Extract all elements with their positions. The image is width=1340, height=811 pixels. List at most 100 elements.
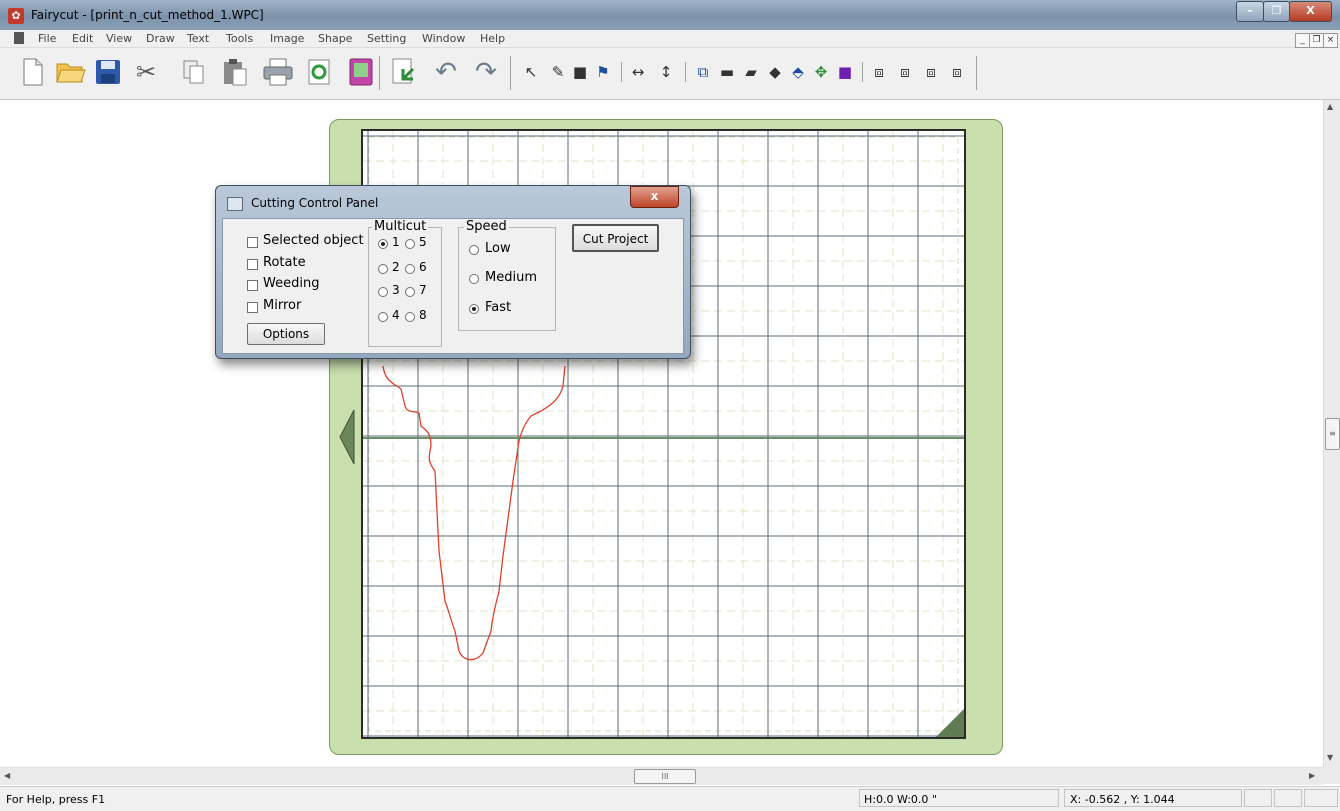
options-button[interactable]: Options bbox=[247, 323, 325, 345]
trim-icon[interactable]: ⧈ bbox=[920, 60, 942, 84]
new-document-icon[interactable] bbox=[17, 54, 49, 90]
speed-low-label: Low bbox=[485, 241, 511, 256]
multicut-label-7: 7 bbox=[419, 283, 427, 297]
menu-help[interactable]: Help bbox=[480, 32, 505, 45]
speed-medium-label: Medium bbox=[485, 270, 537, 285]
dialog-close-button[interactable]: x bbox=[630, 186, 679, 208]
open-folder-icon[interactable] bbox=[55, 54, 87, 90]
selected-object-checkbox[interactable] bbox=[247, 237, 258, 248]
import-icon[interactable] bbox=[388, 54, 420, 90]
menu-shape[interactable]: Shape bbox=[318, 32, 352, 45]
mdi-minimize-button[interactable]: _ bbox=[1295, 33, 1310, 48]
mat-arrow-left-icon[interactable] bbox=[338, 408, 356, 466]
speed-low-radio[interactable] bbox=[469, 245, 479, 255]
redo-icon[interactable]: ↷ bbox=[470, 54, 502, 90]
copy-icon[interactable] bbox=[178, 54, 210, 90]
menu-tools[interactable]: Tools bbox=[226, 32, 253, 45]
weeding-checkbox[interactable] bbox=[247, 280, 258, 291]
multicut-radio-4[interactable] bbox=[378, 312, 388, 322]
mdi-close-button[interactable]: × bbox=[1323, 33, 1338, 48]
multicut-label-3: 3 bbox=[392, 283, 400, 297]
dialog-window-icon bbox=[227, 197, 243, 211]
select-pointer-icon[interactable]: ↖ bbox=[520, 60, 542, 84]
node-edit-icon[interactable]: ✎ bbox=[547, 60, 569, 84]
rotate-label: Rotate bbox=[263, 255, 306, 270]
solid-fill-icon[interactable]: ■ bbox=[834, 60, 856, 84]
document-icon[interactable] bbox=[14, 32, 24, 44]
close-button[interactable]: X bbox=[1289, 1, 1332, 22]
horizontal-scroll-thumb[interactable]: III bbox=[634, 769, 696, 784]
horizontal-scrollbar[interactable]: ◀ III ▶ bbox=[0, 767, 1323, 785]
menu-file[interactable]: File bbox=[38, 32, 56, 45]
speed-title: Speed bbox=[464, 219, 509, 234]
scroll-right-icon[interactable]: ▶ bbox=[1309, 771, 1315, 780]
menu-window[interactable]: Window bbox=[422, 32, 465, 45]
diamond-icon[interactable]: ◆ bbox=[764, 60, 786, 84]
speed-fast-label: Fast bbox=[485, 300, 512, 315]
speed-medium-radio[interactable] bbox=[469, 274, 479, 284]
group-icon[interactable]: ⧉ bbox=[692, 60, 714, 84]
minimize-button[interactable]: – bbox=[1236, 1, 1264, 22]
mat-corner-marker bbox=[936, 709, 964, 737]
break-apart-icon[interactable]: ⧈ bbox=[946, 60, 968, 84]
flip-vertical-icon[interactable]: ↕ bbox=[655, 60, 677, 84]
multicut-radio-2[interactable] bbox=[378, 264, 388, 274]
refresh-icon[interactable] bbox=[303, 54, 335, 90]
rectangle-icon[interactable]: ▬ bbox=[716, 60, 738, 84]
multicut-title: Multicut bbox=[372, 219, 429, 234]
multicut-label-4: 4 bbox=[392, 308, 400, 322]
menu-draw[interactable]: Draw bbox=[146, 32, 175, 45]
menu-bar: File Edit View Draw Text Tools Image Sha… bbox=[0, 30, 1340, 48]
pen-shape-icon[interactable]: ⬘ bbox=[787, 60, 809, 84]
speed-fast-radio[interactable] bbox=[469, 304, 479, 314]
scroll-left-icon[interactable]: ◀ bbox=[4, 771, 10, 780]
multicut-label-8: 8 bbox=[419, 308, 427, 322]
printer-icon[interactable] bbox=[262, 54, 294, 90]
multicut-radio-6[interactable] bbox=[405, 264, 415, 274]
undo-icon[interactable]: ↶ bbox=[430, 54, 462, 90]
menu-view[interactable]: View bbox=[106, 32, 132, 45]
restore-button[interactable]: ❐ bbox=[1263, 1, 1290, 22]
rotate-checkbox[interactable] bbox=[247, 259, 258, 270]
weld-icon[interactable]: ⧈ bbox=[868, 60, 890, 84]
vertical-scrollbar[interactable]: ▲ ≡ ▼ bbox=[1323, 100, 1340, 767]
menu-setting[interactable]: Setting bbox=[367, 32, 406, 45]
multicut-radio-7[interactable] bbox=[405, 287, 415, 297]
menu-edit[interactable]: Edit bbox=[72, 32, 93, 45]
multicut-radio-1[interactable] bbox=[378, 239, 388, 249]
paste-icon[interactable] bbox=[219, 54, 251, 90]
flag-icon[interactable]: ⚑ bbox=[592, 60, 614, 84]
vertical-scroll-thumb[interactable]: ≡ bbox=[1325, 418, 1340, 450]
save-icon[interactable] bbox=[92, 54, 124, 90]
title-bar: ✿ Fairycut - [print_n_cut_method_1.WPC] … bbox=[0, 0, 1340, 30]
app-icon[interactable]: ✿ bbox=[8, 8, 24, 24]
fill-bucket-icon[interactable]: ■ bbox=[569, 60, 591, 84]
menu-text[interactable]: Text bbox=[187, 32, 209, 45]
window-title: Fairycut - [print_n_cut_method_1.WPC] bbox=[31, 8, 264, 22]
scroll-up-icon[interactable]: ▲ bbox=[1327, 102, 1333, 111]
multicut-label-2: 2 bbox=[392, 260, 400, 274]
intersect-icon[interactable]: ⧈ bbox=[894, 60, 916, 84]
multicut-label-1: 1 bbox=[392, 235, 400, 249]
mirror-checkbox[interactable] bbox=[247, 302, 258, 313]
status-coordinates: X: -0.562 , Y: 1.044 bbox=[1070, 793, 1175, 806]
multicut-radio-8[interactable] bbox=[405, 312, 415, 322]
library-book-icon[interactable] bbox=[345, 54, 377, 90]
dialog-body: Selected object Rotate Weeding Mirror Op… bbox=[222, 218, 684, 354]
cut-path bbox=[382, 365, 566, 661]
scissors-icon[interactable]: ✂ bbox=[130, 54, 162, 90]
weeding-label: Weeding bbox=[263, 276, 320, 291]
status-help-text: For Help, press F1 bbox=[6, 793, 106, 806]
multicut-label-6: 6 bbox=[419, 260, 427, 274]
status-bar: For Help, press F1 H:0.0 W:0.0 " X: -0.5… bbox=[0, 786, 1340, 811]
mdi-restore-button[interactable]: ❐ bbox=[1309, 33, 1324, 48]
scroll-down-icon[interactable]: ▼ bbox=[1327, 753, 1333, 762]
selected-object-label: Selected object bbox=[263, 233, 364, 248]
move-icon[interactable]: ✥ bbox=[810, 60, 832, 84]
multicut-radio-5[interactable] bbox=[405, 239, 415, 249]
cut-project-button[interactable]: Cut Project bbox=[572, 224, 659, 252]
parallelogram-icon[interactable]: ▰ bbox=[740, 60, 762, 84]
flip-horizontal-icon[interactable]: ↔ bbox=[627, 60, 649, 84]
multicut-radio-3[interactable] bbox=[378, 287, 388, 297]
menu-image[interactable]: Image bbox=[270, 32, 304, 45]
